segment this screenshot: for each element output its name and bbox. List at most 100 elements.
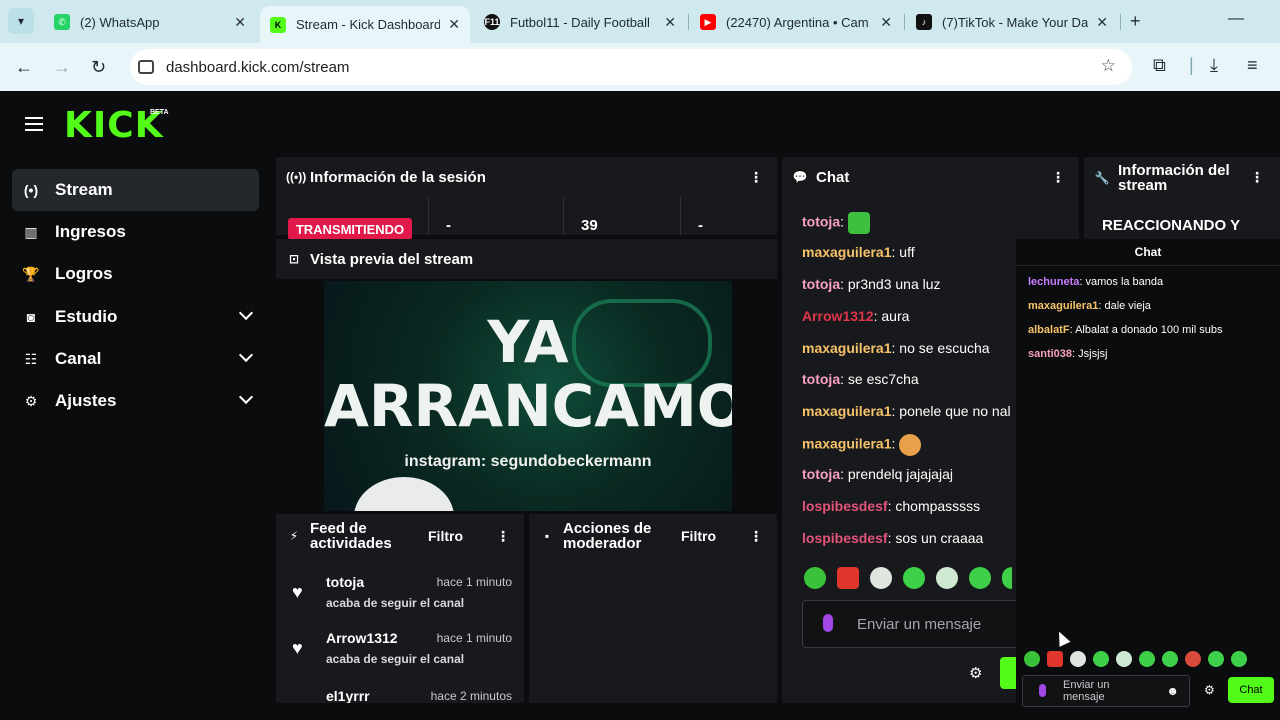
chat-message: totoja: se esc7cha (802, 371, 919, 387)
tab-futbol11[interactable]: F11 Futbol11 - Daily Football ✕ (474, 6, 686, 38)
chat-send-button[interactable]: Chat (1228, 677, 1274, 703)
emote-icon (847, 212, 870, 234)
chat-text: pr3nd3 una luz (847, 276, 941, 292)
more-options-icon[interactable]: ⋮ (496, 528, 510, 545)
close-icon[interactable]: ✕ (448, 16, 460, 33)
panel-title: Vista previa del stream (310, 250, 474, 268)
chat-message: totoja: prendelq jajajajaj (802, 466, 953, 482)
bookmark-star-icon[interactable]: ☆ (1101, 56, 1116, 76)
emote-icon[interactable] (870, 567, 892, 589)
emote-icon[interactable] (936, 567, 958, 589)
close-icon[interactable]: ✕ (1096, 14, 1108, 31)
browser-toolbar: ← → ↻ dashboard.kick.com/stream ☆ ⧉ | ⤓ … (0, 43, 1280, 91)
sidebar-item-estudio[interactable]: ◙ Estudio (12, 296, 259, 338)
emote-icon[interactable] (1047, 651, 1063, 667)
more-options-icon[interactable]: ⋮ (749, 169, 763, 186)
chat-username[interactable]: maxaguilera1 (802, 436, 892, 452)
panel-header: ▪ Acciones de moderador (529, 514, 777, 558)
reload-icon[interactable]: ↻ (91, 57, 106, 78)
address-bar[interactable]: dashboard.kick.com/stream ☆ (130, 49, 1132, 85)
emote-icon[interactable] (1093, 651, 1109, 667)
tab-search-button[interactable]: ▾ (8, 8, 34, 34)
sidebar-item-stream[interactable]: (•) Stream (12, 169, 259, 211)
sidebar-item-logros[interactable]: 🏆 Logros (12, 253, 259, 295)
chat-username[interactable]: totoja (802, 466, 840, 482)
microphone-icon[interactable] (1039, 684, 1046, 697)
kick-logo[interactable]: KICK (64, 105, 164, 146)
chat-text: aura (881, 308, 910, 324)
chat-username[interactable]: lospibesdesf (802, 498, 888, 514)
stat-value: - (446, 217, 451, 234)
chat-message: maxaguilera1: no se escucha (802, 340, 990, 356)
chat-username[interactable]: lechuneta (1028, 276, 1079, 288)
chat-username[interactable]: totoja (802, 276, 840, 292)
sidebar-item-ingresos[interactable]: ▥ Ingresos (12, 211, 259, 253)
mod-filter-button[interactable]: Filtro (681, 528, 716, 544)
chat-input[interactable]: Enviar un mensaje (802, 600, 1052, 648)
reading-list-icon[interactable]: ≡ (1247, 55, 1258, 76)
feed-filter-button[interactable]: Filtro (428, 528, 463, 544)
emote-icon[interactable] (804, 567, 826, 589)
chat-username[interactable]: totoja (802, 214, 840, 230)
tab-tiktok[interactable]: ♪ (7)TikTok - Make Your Da ✕ (906, 6, 1118, 38)
close-icon[interactable]: ✕ (664, 14, 676, 31)
chat-username[interactable]: maxaguilera1 (802, 403, 892, 419)
emote-icon[interactable] (1070, 651, 1086, 667)
feed-username[interactable]: totoja (326, 574, 364, 590)
tab-kick-dashboard[interactable]: K Stream - Kick Dashboard ✕ (260, 6, 470, 43)
tab-separator (904, 14, 905, 30)
more-options-icon[interactable]: ⋮ (749, 528, 763, 545)
emote-icon[interactable] (837, 567, 859, 589)
forward-icon[interactable]: → (53, 57, 71, 78)
chat-text: dale vieja (1104, 300, 1151, 312)
emote-icon[interactable] (1116, 651, 1132, 667)
chart-icon: ▥ (24, 223, 38, 240)
sidebar-item-ajustes[interactable]: ⚙ Ajustes (12, 380, 259, 422)
chevron-down-icon[interactable] (238, 347, 254, 363)
tab-separator (688, 14, 689, 30)
extensions-icon[interactable]: ⧉ (1153, 55, 1166, 76)
chat-settings-icon[interactable]: ⚙ (969, 664, 982, 682)
chat-username[interactable]: lospibesdesf (802, 530, 888, 546)
emote-icon[interactable] (1139, 651, 1155, 667)
chat-username[interactable]: Arrow1312 (802, 308, 874, 324)
chevron-down-icon[interactable] (238, 389, 254, 405)
emoji-icon[interactable]: ☻ (1166, 684, 1179, 698)
chat-username[interactable]: santi038 (1028, 348, 1072, 360)
chat-username[interactable]: maxaguilera1 (802, 340, 892, 356)
emote-icon[interactable] (1162, 651, 1178, 667)
emote-icon[interactable] (1185, 651, 1201, 667)
emote-icon[interactable] (1024, 651, 1040, 667)
chat-username[interactable]: albalatF (1028, 324, 1070, 336)
emote-icon[interactable] (1208, 651, 1224, 667)
menu-icon[interactable] (25, 117, 43, 131)
chat-username[interactable]: maxaguilera1 (1028, 300, 1098, 312)
chat-settings-icon[interactable]: ⚙ (1204, 683, 1215, 697)
close-icon[interactable]: ✕ (234, 14, 246, 31)
site-settings-icon[interactable] (138, 60, 154, 74)
new-tab-icon[interactable]: + (1130, 11, 1141, 32)
sidebar-item-canal[interactable]: ☷ Canal (12, 338, 259, 380)
emote-icon[interactable] (1231, 651, 1247, 667)
popout-chat-input[interactable]: Enviar un mensaje ☻ (1022, 675, 1190, 707)
back-icon[interactable]: ← (15, 57, 33, 78)
more-options-icon[interactable]: ⋮ (1051, 169, 1065, 186)
close-icon[interactable]: ✕ (880, 14, 892, 31)
tab-whatsapp[interactable]: ✆ (2) WhatsApp ✕ (44, 6, 256, 38)
chat-username[interactable]: totoja (802, 371, 840, 387)
emote-icon[interactable] (903, 567, 925, 589)
microphone-icon[interactable] (823, 614, 833, 632)
more-options-icon[interactable]: ⋮ (1250, 169, 1264, 186)
chevron-down-icon[interactable] (238, 305, 254, 321)
emote-icon[interactable] (1002, 567, 1012, 589)
stream-preview-video[interactable]: YA ARRANCAMOS instagram: segundobeckerma… (324, 281, 732, 511)
feed-username[interactable]: el1yrrr (326, 688, 370, 703)
emote-icon[interactable] (969, 567, 991, 589)
tab-youtube[interactable]: ▶ (22470) Argentina • Cam ✕ (690, 6, 902, 38)
chat-username[interactable]: maxaguilera1 (802, 244, 892, 260)
feed-username[interactable]: Arrow1312 (326, 630, 398, 646)
url-text[interactable]: dashboard.kick.com/stream (166, 59, 349, 76)
minimize-icon[interactable]: — (1228, 10, 1244, 28)
download-icon[interactable]: ⤓ (1210, 55, 1218, 76)
tab-separator (1120, 14, 1121, 30)
